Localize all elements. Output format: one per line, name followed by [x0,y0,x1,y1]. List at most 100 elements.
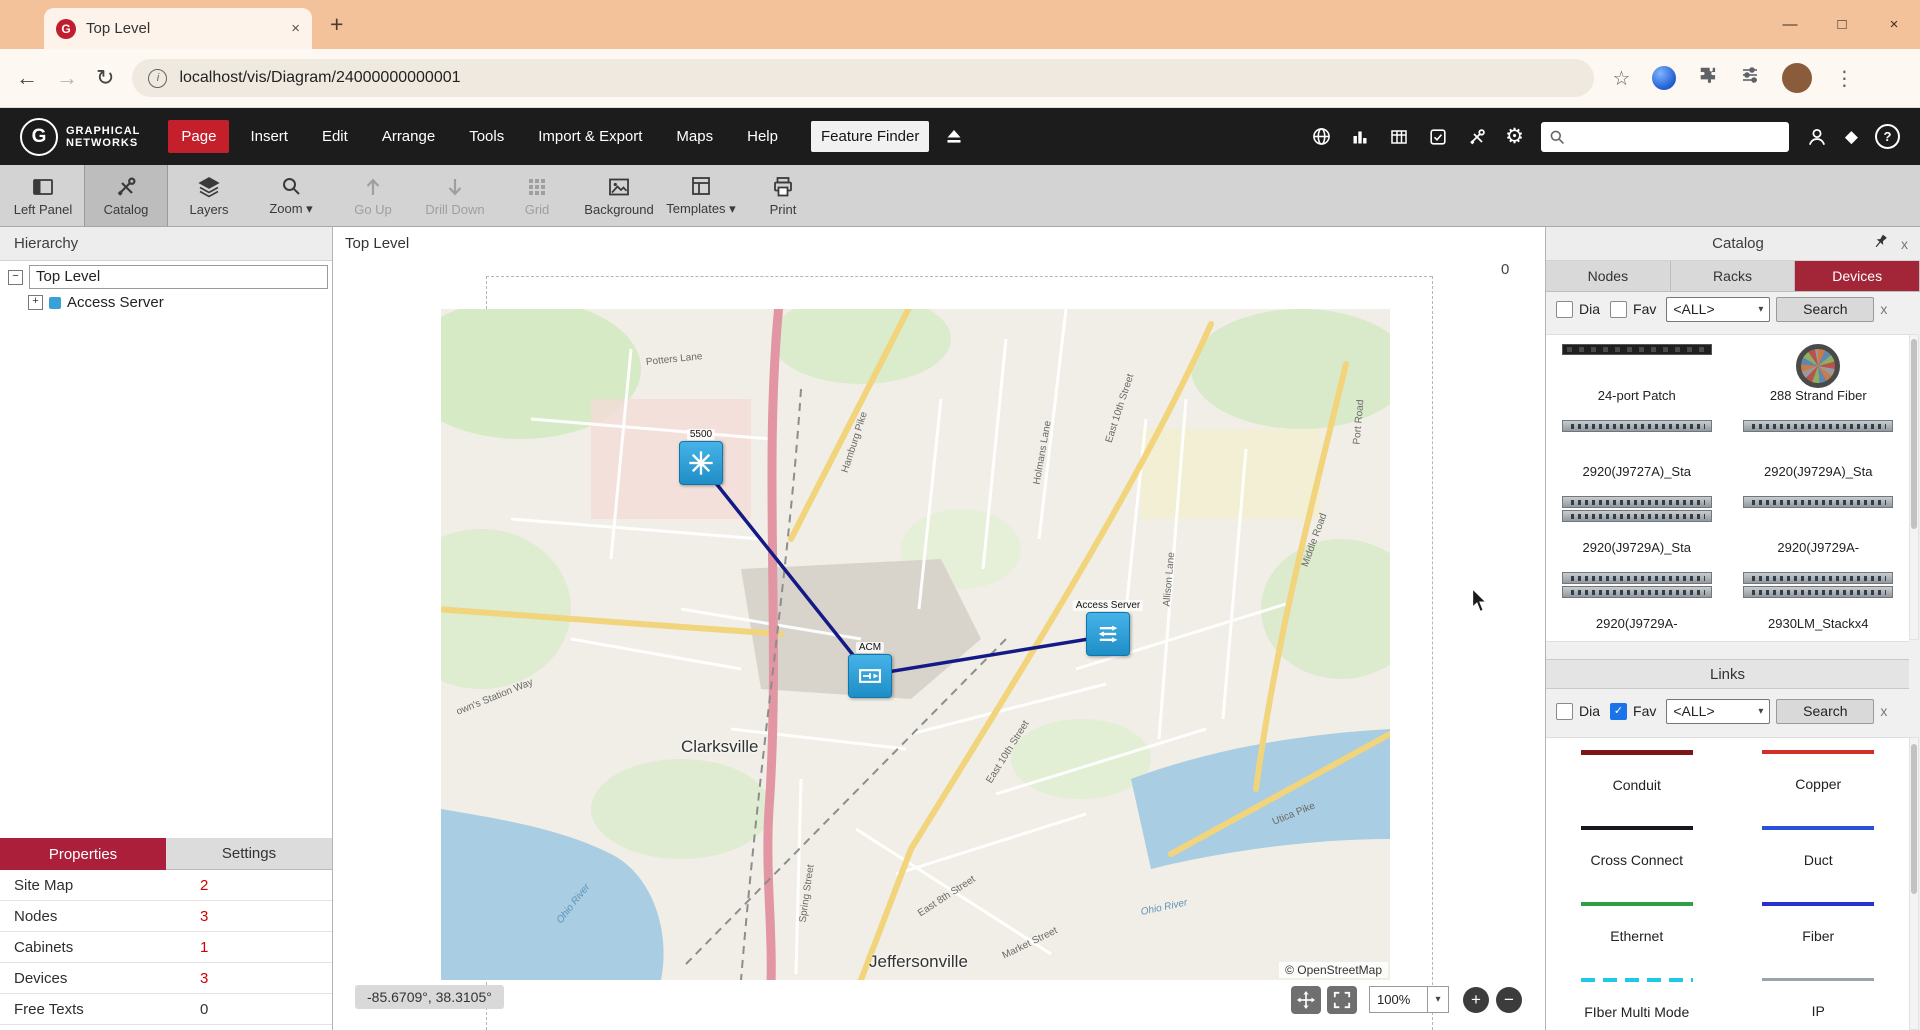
property-row-nodes[interactable]: Nodes3 [0,901,332,932]
tab-settings[interactable]: Settings [166,838,332,870]
link-fav-checkbox[interactable]: ✓ [1610,703,1627,720]
links-scrollbar[interactable] [1909,737,1919,1030]
catalog-device-2920-j9729a[interactable]: 2920(J9729A- [1728,487,1910,563]
link-type-select[interactable]: <ALL>▾ [1666,699,1770,724]
pan-mode-button[interactable] [1291,986,1321,1014]
catalog-link-cross-connect[interactable]: Cross Connect [1546,814,1728,890]
toolbar-print-button[interactable]: Print [742,165,824,226]
menu-insert[interactable]: Insert [237,120,301,153]
toolbar-background-button[interactable]: Background [578,165,660,226]
globe-icon[interactable] [1310,126,1332,148]
catalog-link-fiber-multi-mode[interactable]: FIber Multi Mode [1546,966,1728,1030]
bookmark-star-icon[interactable]: ☆ [1612,66,1630,91]
diagram-canvas[interactable]: Top Level 0 [333,227,1545,1030]
device-fav-checkbox[interactable] [1610,301,1627,318]
menu-help[interactable]: Help [734,120,791,153]
toolbar-grid-button[interactable]: Grid [496,165,578,226]
media-controls-icon[interactable] [1740,65,1760,91]
panel-close-icon[interactable]: x [1901,236,1908,252]
toolbar-left-panel-button[interactable]: Left Panel [2,165,84,226]
url-omnibox[interactable]: i localhost/vis/Diagram/24000000000001 [132,59,1594,97]
property-row-cabinets[interactable]: Cabinets1 [0,932,332,963]
browser-menu-icon[interactable]: ⋮ [1834,66,1854,91]
refresh-icon[interactable]: ↻ [96,65,114,91]
catalog-link-ip[interactable]: IP [1728,966,1910,1030]
toolbar-go-up-button[interactable]: Go Up [332,165,414,226]
toolbar-drill-down-button[interactable]: Drill Down [414,165,496,226]
device-scrollbar[interactable] [1909,334,1919,640]
catalog-link-duct[interactable]: Duct [1728,814,1910,890]
link-search-button[interactable]: Search [1776,699,1874,724]
expand-expander-icon[interactable]: + [28,295,43,310]
tab-properties[interactable]: Properties [0,838,166,870]
device-search-button[interactable]: Search [1776,297,1874,322]
menu-edit[interactable]: Edit [309,120,361,153]
maximize-button[interactable]: □ [1816,0,1868,49]
global-search-input[interactable] [1571,128,1781,146]
zoom-out-button[interactable]: − [1496,987,1522,1013]
profile-avatar[interactable] [1782,63,1812,93]
pin-icon[interactable] [1872,233,1889,255]
zoom-dropdown-icon[interactable]: ▾ [1427,987,1448,1012]
menu-tools[interactable]: Tools [456,120,517,153]
map-node-access-server[interactable]: Access Server [1086,612,1130,656]
user-account-icon[interactable] [1806,126,1828,148]
catalog-device-2920-j9729a-sta[interactable]: 2920(J9729A)_Sta [1546,487,1728,563]
tree-root-label[interactable]: Top Level [29,265,328,289]
catalog-link-copper[interactable]: Copper [1728,738,1910,814]
toolbar-zoom-button[interactable]: Zoom ▾ [250,165,332,226]
fit-to-screen-button[interactable] [1327,986,1357,1014]
menu-import-export[interactable]: Import & Export [525,120,655,153]
map-node-5500[interactable]: 5500 [679,441,723,485]
device-clear-search[interactable]: x [1880,301,1887,317]
property-row-site-map[interactable]: Site Map2 [0,870,332,901]
catalog-device-288-strand-fiber[interactable]: 288 Strand Fiber [1728,335,1910,411]
zoom-in-button[interactable]: + [1463,987,1489,1013]
zoom-level-select[interactable]: 100% ▾ [1369,986,1449,1013]
tree-item-access-server[interactable]: + Access Server [0,291,332,314]
close-button[interactable]: × [1868,0,1920,49]
catalog-tab-devices[interactable]: Devices [1795,261,1920,291]
catalog-link-conduit[interactable]: Conduit [1546,738,1728,814]
links-scrollbar-thumb[interactable] [1911,744,1917,894]
new-tab-button[interactable]: + [330,11,343,38]
map-node-acm[interactable]: ACM [848,654,892,698]
device-type-select[interactable]: <ALL>▾ [1666,297,1770,322]
collapse-expander-icon[interactable]: − [8,270,23,285]
gem-icon[interactable]: ◆ [1845,127,1858,147]
catalog-device-24-port-patch[interactable]: 24-port Patch [1546,335,1728,411]
catalog-device-2920-j9729a-sta[interactable]: 2920(J9729A)_Sta [1728,411,1910,487]
map-background[interactable]: Potters LaneHamburg PikeHolmans LaneEast… [441,309,1390,980]
link-clear-search[interactable]: x [1880,703,1887,719]
catalog-device-2920-j9727a-sta[interactable]: 2920(J9727A)_Sta [1546,411,1728,487]
back-icon[interactable]: ← [16,65,38,91]
catalog-tab-nodes[interactable]: Nodes [1546,261,1671,291]
catalog-link-fiber[interactable]: Fiber [1728,890,1910,966]
link-dia-checkbox[interactable] [1556,703,1573,720]
settings-gear-icon[interactable]: ⚙ [1505,124,1524,149]
tree-item-top-level[interactable]: − Top Level [0,261,332,291]
catalog-device-2930lm-stackx4[interactable]: 2930LM_Stackx4 [1728,563,1910,639]
property-row-devices[interactable]: Devices3 [0,963,332,994]
tools-icon[interactable] [1466,126,1488,148]
catalog-tab-racks[interactable]: Racks [1671,261,1796,291]
feature-finder-button[interactable]: Feature Finder [811,121,929,152]
property-row-free-texts[interactable]: Free Texts0 [0,994,332,1025]
extensions-puzzle-icon[interactable] [1698,65,1718,91]
menu-maps[interactable]: Maps [663,120,726,153]
browser-tab[interactable]: G Top Level × [44,8,312,49]
global-search-box[interactable] [1541,122,1789,152]
forward-icon[interactable]: → [56,65,78,91]
extension-blue-icon[interactable] [1652,66,1676,90]
device-scrollbar-thumb[interactable] [1911,339,1917,529]
toolbar-catalog-button[interactable]: Catalog [84,165,168,226]
tasks-check-icon[interactable] [1427,126,1449,148]
menu-page[interactable]: Page [168,120,229,153]
eject-icon[interactable] [943,126,965,148]
site-info-icon[interactable]: i [148,69,167,88]
device-dia-checkbox[interactable] [1556,301,1573,318]
minimize-button[interactable]: — [1764,0,1816,49]
toolbar-templates-button[interactable]: Templates ▾ [660,165,742,226]
catalog-device-2920-j9729a[interactable]: 2920(J9729A- [1546,563,1728,639]
property-row-rich-texts[interactable]: Rich Texts0 [0,1025,332,1030]
